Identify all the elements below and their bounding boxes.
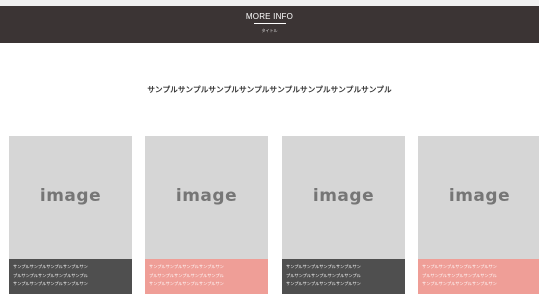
card[interactable]: image サンプルサンプルサンプルサンプルサン プルサンプルサンプルサンプルサ…	[145, 136, 268, 294]
card[interactable]: image サンプルサンプルサンプルサンプルサン プルサンプルサンプルサンプルサ…	[418, 136, 539, 294]
card-image-placeholder[interactable]: image	[282, 136, 405, 259]
caption-line: プルサンプルサンプルサンプルサンプル	[422, 272, 497, 278]
section-subtitle: タイトル	[261, 28, 278, 33]
caption-line: サンプルサンプルサンプルサンプルサン	[286, 281, 361, 286]
card-image-placeholder[interactable]: image	[9, 136, 132, 259]
card[interactable]: image サンプルサンプルサンプルサンプルサン プルサンプルサンプルサンプルサ…	[9, 136, 132, 294]
caption-line: サンプルサンプルサンプルサンプルサン	[149, 264, 224, 269]
caption-line: サンプルサンプルサンプルサンプルサン	[149, 281, 224, 286]
caption-line: サンプルサンプルサンプルサンプルサン	[422, 281, 497, 286]
lead-text: サンプルサンプルサンプルサンプルサンプルサンプルサンプルサンプル	[147, 85, 392, 94]
page: MORE INFO タイトル サンプルサンプルサンプルサンプルサンプルサンプルサ…	[0, 6, 539, 294]
title-underline	[254, 23, 286, 24]
caption-line: サンプルサンプルサンプルサンプルサン	[286, 264, 361, 269]
caption-line: プルサンプルサンプルサンプルサンプル	[13, 272, 88, 278]
card-caption: サンプルサンプルサンプルサンプルサン プルサンプルサンプルサンプルサンプル サン…	[9, 259, 132, 294]
card-image-placeholder[interactable]: image	[145, 136, 268, 259]
card-caption: サンプルサンプルサンプルサンプルサン プルサンプルサンプルサンプルサンプル サン…	[282, 259, 405, 294]
section-title[interactable]: MORE INFO	[0, 12, 539, 21]
caption-line: サンプルサンプルサンプルサンプルサン	[13, 281, 88, 286]
image-placeholder-label: image	[39, 186, 102, 206]
caption-line: サンプルサンプルサンプルサンプルサン	[13, 264, 88, 269]
image-placeholder-label: image	[175, 186, 238, 206]
card-caption: サンプルサンプルサンプルサンプルサン プルサンプルサンプルサンプルサンプル サン…	[418, 259, 539, 294]
caption-line: プルサンプルサンプルサンプルサンプル	[286, 272, 361, 278]
card-image-placeholder[interactable]: image	[418, 136, 539, 259]
header-banner: MORE INFO タイトル	[0, 6, 539, 43]
image-placeholder-label: image	[448, 186, 511, 206]
card[interactable]: image サンプルサンプルサンプルサンプルサン プルサンプルサンプルサンプルサ…	[282, 136, 405, 294]
caption-line: サンプルサンプルサンプルサンプルサン	[422, 264, 497, 269]
card-caption: サンプルサンプルサンプルサンプルサン プルサンプルサンプルサンプルサンプル サン…	[145, 259, 268, 294]
image-placeholder-label: image	[312, 186, 375, 206]
card-grid: image サンプルサンプルサンプルサンプルサン プルサンプルサンプルサンプルサ…	[0, 136, 539, 294]
caption-line: プルサンプルサンプルサンプルサンプル	[149, 272, 224, 278]
